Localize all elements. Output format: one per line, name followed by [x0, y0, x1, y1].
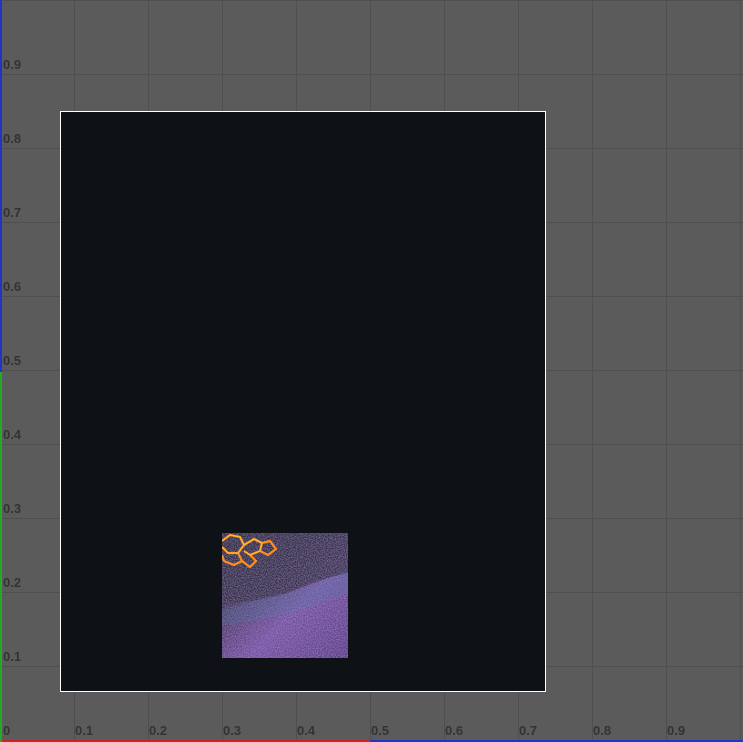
grid-line	[666, 0, 667, 742]
x-tick-label: 0	[3, 723, 11, 738]
y-axis-line	[0, 372, 2, 742]
textured-image-tile-icon[interactable]	[222, 533, 348, 658]
y-tick-label: 0.5	[3, 353, 22, 368]
y-tick-label: 0.1	[3, 649, 22, 664]
x-tick-label: 0.3	[223, 723, 242, 738]
grid-line	[0, 0, 743, 1]
y-tick-label: 0.7	[3, 205, 22, 220]
y-tick-label: 0.4	[3, 427, 22, 442]
y-tick-label: 0.2	[3, 575, 22, 590]
y-axis-line-extension	[0, 0, 2, 372]
x-tick-label: 0.1	[75, 723, 94, 738]
x-tick-label: 0.8	[593, 723, 612, 738]
x-tick-label: 0.6	[445, 723, 464, 738]
y-tick-label: 0.3	[3, 501, 22, 516]
x-tick-label: 0.7	[519, 723, 538, 738]
editor-viewport[interactable]: 0.9 0.8 0.7 0.6 0.5 0.4 0.3 0.2 0.1 0 0.…	[0, 0, 743, 742]
y-tick-label: 0.8	[3, 131, 22, 146]
grid-line	[592, 0, 593, 742]
x-tick-label: 0.4	[297, 723, 316, 738]
y-tick-label: 0.6	[3, 279, 22, 294]
x-tick-label: 0.5	[371, 723, 390, 738]
x-tick-label: 0.9	[667, 723, 686, 738]
image-tile-graphic	[222, 533, 348, 658]
grid-line	[740, 0, 741, 742]
y-tick-label: 0.9	[3, 57, 22, 72]
x-tick-label: 0.2	[149, 723, 168, 738]
grid-line	[0, 74, 743, 75]
